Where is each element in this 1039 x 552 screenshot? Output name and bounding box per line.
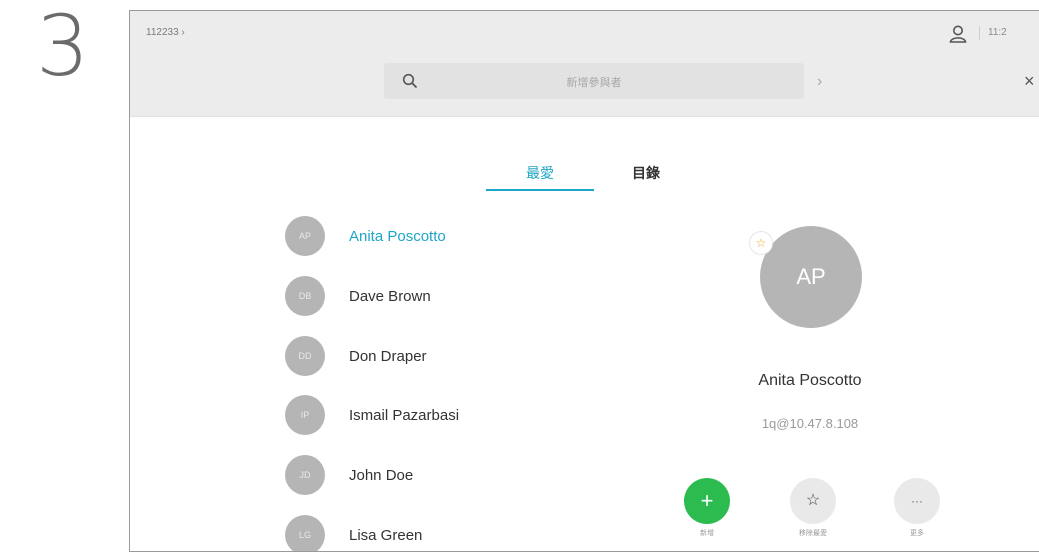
favorite-button-label: 移除最愛 <box>799 530 827 537</box>
tab-bar: 最愛 目錄 <box>486 163 726 193</box>
clock: 11:2 <box>988 27 1007 38</box>
breadcrumb[interactable]: 112233 › <box>146 27 185 38</box>
contact-list-item[interactable]: DB Dave Brown <box>285 276 585 316</box>
top-bar: 112233 › 11:2 新增參與者 › × <box>130 11 1039 117</box>
contact-name: Lisa Green <box>349 527 423 544</box>
contact-list-item[interactable]: AP Anita Poscotto <box>285 216 585 256</box>
contact-name: Dave Brown <box>349 288 431 305</box>
avatar: IP <box>285 395 325 435</box>
avatar: AP <box>285 216 325 256</box>
detail-avatar: AP <box>760 226 862 328</box>
detail-address: 1q@10.47.8.108 <box>761 416 859 431</box>
contact-detail-panel: AP ☆ Anita Poscotto 1q@10.47.8.108 + 新增 … <box>684 226 990 546</box>
device-screen: 112233 › 11:2 新增參與者 › × 最愛 目錄 AP Anita P… <box>129 10 1039 552</box>
call-button[interactable]: + <box>684 478 730 524</box>
contact-name: Don Draper <box>349 348 427 365</box>
avatar: JD <box>285 455 325 495</box>
contact-name: John Doe <box>349 467 414 484</box>
more-button[interactable]: ··· <box>894 478 940 524</box>
call-button-label: 新增 <box>700 530 714 537</box>
contact-list-item[interactable]: LG Lisa Green <box>285 515 585 551</box>
tab-favorites[interactable]: 最愛 <box>486 163 594 191</box>
user-icon[interactable] <box>948 24 968 44</box>
close-icon[interactable]: × <box>1024 71 1035 92</box>
chevron-right-icon[interactable]: › <box>817 73 822 91</box>
contact-name: Anita Poscotto <box>349 228 446 245</box>
more-button-label: 更多 <box>910 530 924 537</box>
avatar: LG <box>285 515 325 551</box>
contact-name: Ismail Pazarbasi <box>349 407 460 424</box>
contact-list-item[interactable]: JD John Doe <box>285 455 585 495</box>
avatar: DB <box>285 276 325 316</box>
status-divider <box>979 26 980 40</box>
star-icon: ☆ <box>750 232 772 254</box>
tab-directory[interactable]: 目錄 <box>626 163 666 189</box>
detail-name: Anita Poscotto <box>758 372 862 389</box>
favorite-button[interactable]: ☆ <box>790 478 836 524</box>
avatar: DD <box>285 336 325 376</box>
search-input[interactable]: 新增參與者 <box>494 74 694 89</box>
step-number: 3 <box>36 0 90 95</box>
search-icon <box>402 73 418 89</box>
contact-list-item[interactable]: IP Ismail Pazarbasi <box>285 395 585 435</box>
search-box[interactable]: 新增參與者 <box>384 63 804 99</box>
contact-list-item[interactable]: DD Don Draper <box>285 336 585 376</box>
